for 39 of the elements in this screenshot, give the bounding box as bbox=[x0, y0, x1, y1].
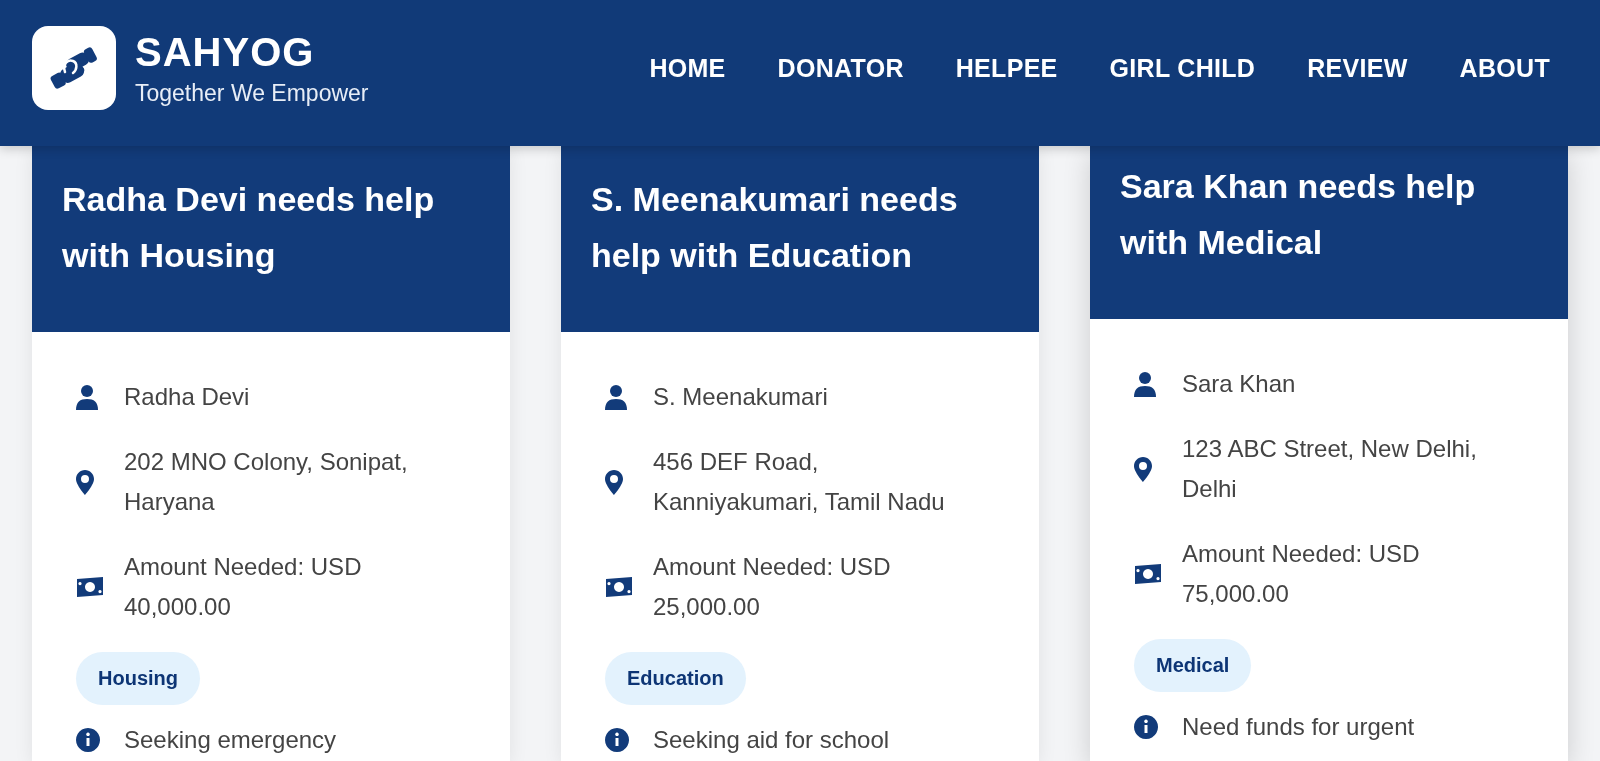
description-text: Need funds for urgent bbox=[1182, 712, 1415, 742]
person-name: S. Meenakumari bbox=[653, 382, 828, 412]
person-icon bbox=[1134, 371, 1156, 397]
info-icon bbox=[76, 728, 100, 752]
banknote-icon bbox=[1134, 563, 1162, 585]
person-icon bbox=[76, 384, 98, 410]
address: 123 ABC Street, New Delhi, Delhi bbox=[1182, 434, 1478, 504]
address: 202 MNO Colony, Sonipat, Haryana bbox=[124, 447, 409, 517]
nav-link[interactable]: HELPEE bbox=[955, 52, 1058, 84]
site-tagline: Together We Empower bbox=[135, 79, 369, 107]
category-tag: Housing bbox=[76, 652, 200, 705]
info-icon bbox=[605, 728, 629, 752]
site-title: SAHYOG bbox=[135, 29, 316, 75]
card-title: Radha Devi needs help with Housing bbox=[62, 179, 436, 276]
banknote-icon bbox=[76, 576, 104, 598]
person-name: Radha Devi bbox=[124, 382, 250, 412]
card-title: S. Meenakumari needs help with Education bbox=[591, 179, 959, 276]
nav-link[interactable]: ABOUT bbox=[1459, 52, 1550, 84]
description-text: Seeking emergency bbox=[124, 725, 337, 755]
amount-needed: Amount Needed: USD 40,000.00 bbox=[124, 552, 363, 622]
nav-link[interactable]: HOME bbox=[649, 52, 726, 84]
person-name: Sara Khan bbox=[1182, 369, 1296, 399]
nav-link[interactable]: REVIEW bbox=[1307, 52, 1408, 84]
info-icon bbox=[1134, 715, 1158, 739]
handshake-icon bbox=[32, 26, 116, 110]
location-pin-icon bbox=[76, 469, 94, 495]
category-tag: Education bbox=[605, 652, 746, 705]
description-text: Seeking aid for school bbox=[653, 725, 890, 755]
nav-link[interactable]: GIRL CHILD bbox=[1109, 52, 1256, 84]
person-icon bbox=[605, 384, 627, 410]
amount-needed: Amount Needed: USD 75,000.00 bbox=[1182, 539, 1421, 609]
nav-link[interactable]: DONATOR bbox=[777, 52, 904, 84]
banknote-icon bbox=[605, 576, 633, 598]
location-pin-icon bbox=[1134, 456, 1152, 482]
card-title: Sara Khan needs help with Medical bbox=[1120, 166, 1477, 263]
location-pin-icon bbox=[605, 469, 623, 495]
category-tag: Medical bbox=[1134, 639, 1252, 692]
amount-needed: Amount Needed: USD 25,000.00 bbox=[653, 552, 892, 622]
address: 456 DEF Road, Kanniyakumari, Tamil Nadu bbox=[653, 447, 946, 517]
